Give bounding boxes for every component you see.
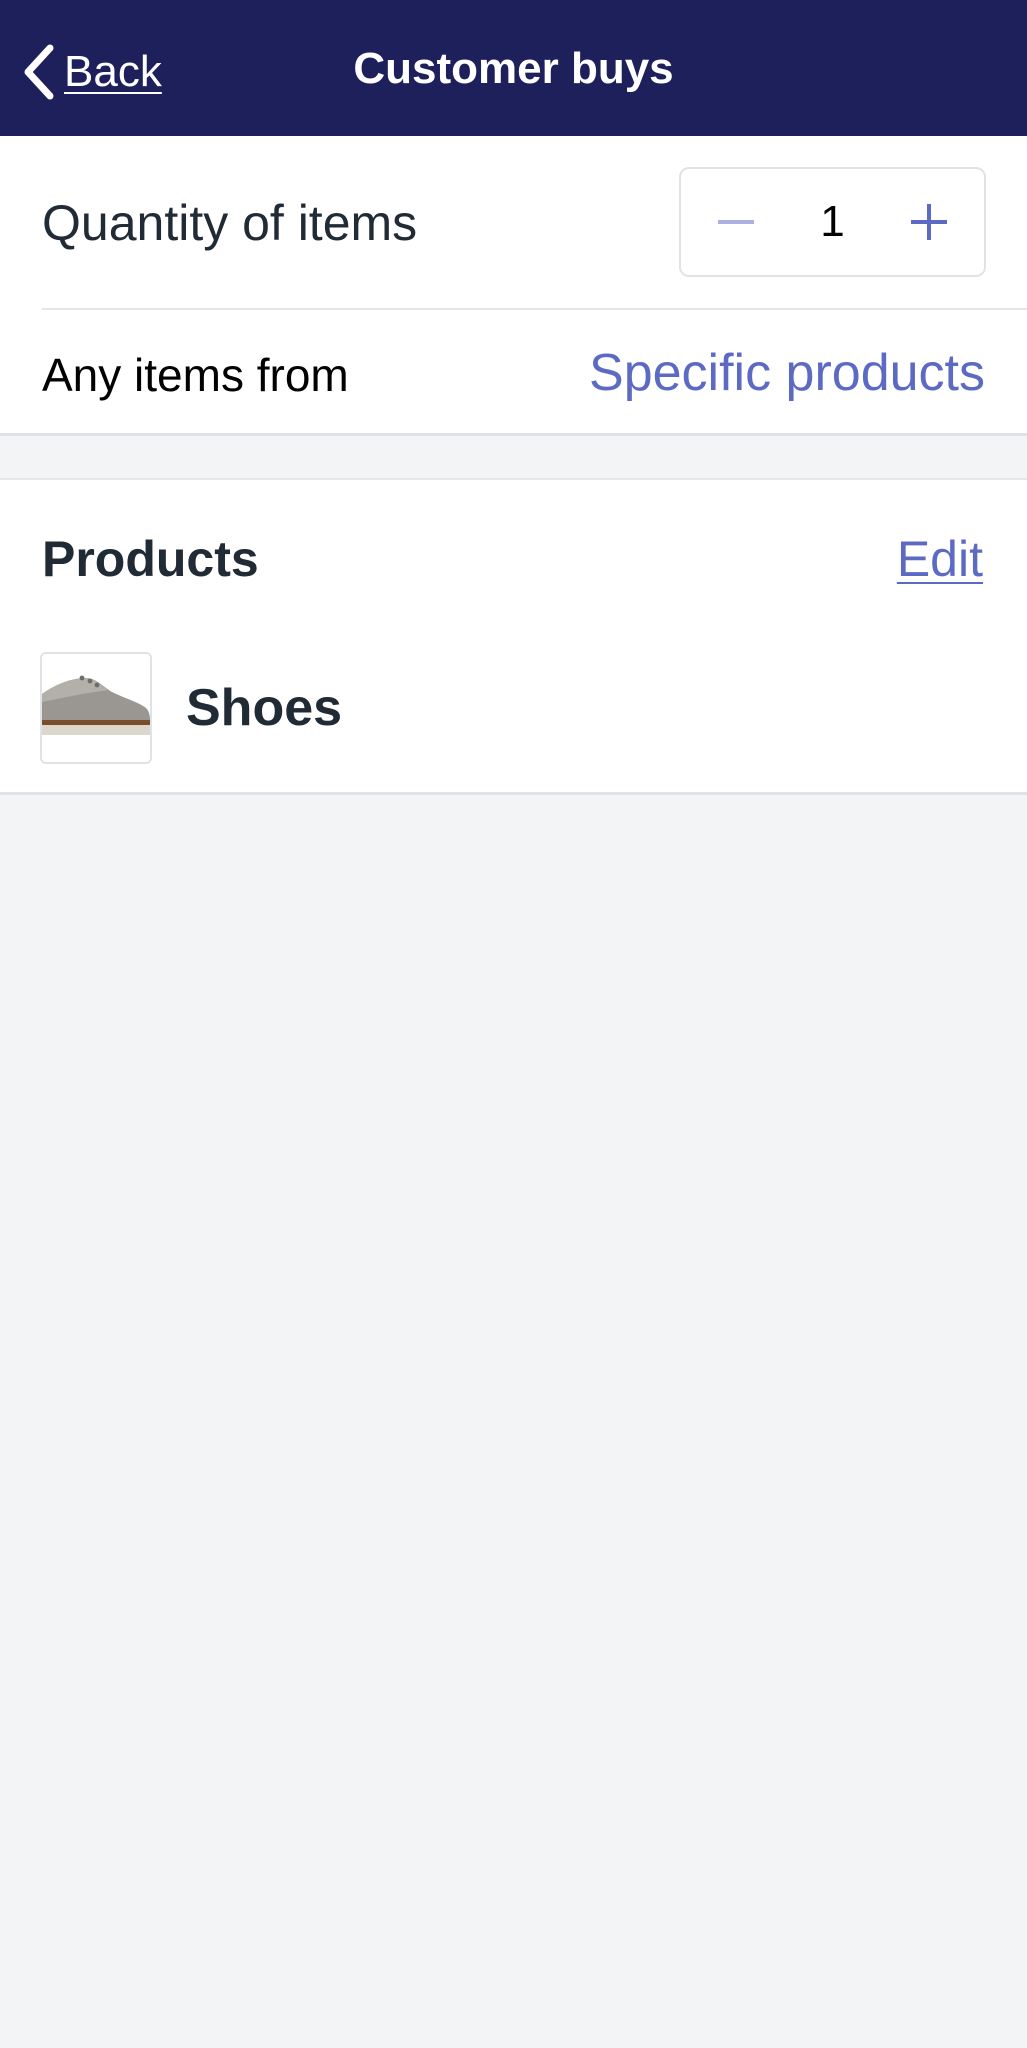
quantity-stepper[interactable]: 1: [679, 167, 986, 277]
scope-label: Any items from: [42, 349, 349, 401]
scope-selector[interactable]: Specific products: [589, 343, 985, 403]
products-section-title: Products: [42, 531, 259, 587]
page-title: Customer buys: [0, 44, 1027, 94]
quantity-label: Quantity of items: [42, 195, 418, 251]
shoe-image: [42, 654, 150, 762]
page-title-text: Customer buys: [353, 44, 674, 93]
product-thumbnail: [40, 652, 152, 764]
row-divider: [42, 308, 1027, 310]
product-list-item[interactable]: Shoes: [40, 652, 987, 764]
products-card: Products Edit Shoes: [0, 478, 1027, 795]
top-navigation-bar: Back Customer buys: [0, 0, 1027, 136]
increment-button[interactable]: [884, 169, 974, 275]
quantity-value: 1: [820, 197, 845, 246]
plus-icon: [911, 204, 947, 240]
rules-card: Quantity of items 1 Any items from Speci…: [0, 136, 1027, 436]
product-name: Shoes: [186, 679, 343, 737]
edit-products-link[interactable]: Edit: [897, 530, 983, 588]
minus-icon: [718, 220, 754, 224]
decrement-button[interactable]: [691, 169, 781, 275]
